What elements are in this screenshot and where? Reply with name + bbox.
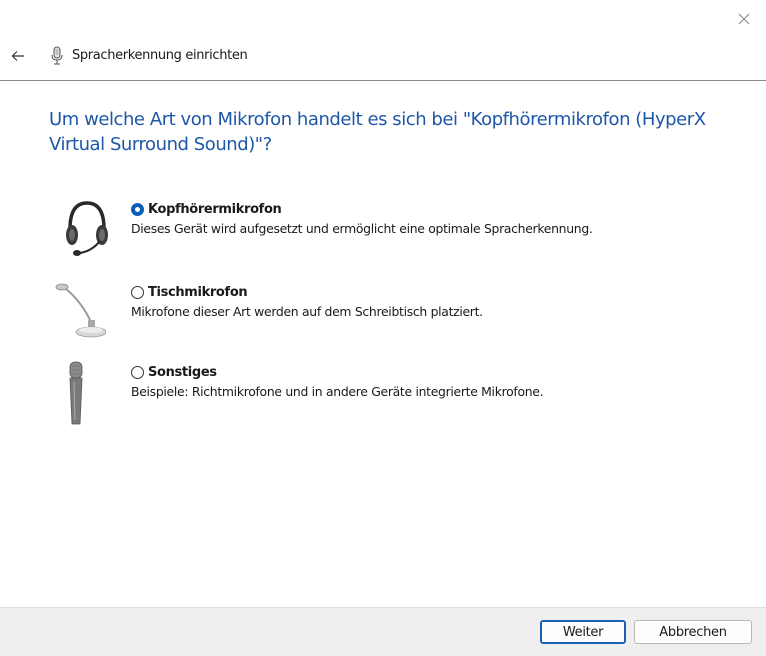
title-divider: [0, 80, 766, 81]
option-headset[interactable]: Kopfhörermikrofon Dieses Gerät wird aufg…: [131, 200, 593, 236]
page-question: Um welche Art von Mikrofon handelt es si…: [49, 109, 706, 155]
desktop-microphone-icon: [55, 283, 106, 338]
option-label: Sonstiges: [148, 364, 217, 380]
option-description: Mikrofone dieser Art werden auf dem Schr…: [131, 304, 483, 319]
option-description: Dieses Gerät wird aufgesetzt und ermögli…: [131, 221, 593, 236]
radio-headset[interactable]: [131, 202, 144, 216]
option-description: Beispiele: Richtmikrofone und in andere …: [131, 384, 544, 399]
cancel-button[interactable]: Abbrechen: [634, 620, 752, 644]
radio-other[interactable]: [131, 365, 144, 379]
window-title: Spracherkennung einrichten: [72, 48, 248, 63]
handheld-microphone-icon: [69, 361, 83, 425]
option-desktop[interactable]: Tischmikrofon Mikrofone dieser Art werde…: [131, 283, 483, 319]
next-button[interactable]: Weiter: [540, 620, 626, 644]
option-label: Kopfhörermikrofon: [148, 201, 282, 217]
back-button[interactable]: [6, 44, 30, 68]
close-button[interactable]: [733, 8, 755, 30]
headset-microphone-icon: [66, 201, 108, 256]
close-icon: [738, 13, 750, 25]
back-arrow-icon: [11, 51, 24, 61]
option-other[interactable]: Sonstiges Beispiele: Richtmikrofone und …: [131, 363, 544, 399]
radio-desktop[interactable]: [131, 285, 144, 299]
microphone-icon: [51, 46, 63, 65]
option-label: Tischmikrofon: [148, 284, 248, 300]
